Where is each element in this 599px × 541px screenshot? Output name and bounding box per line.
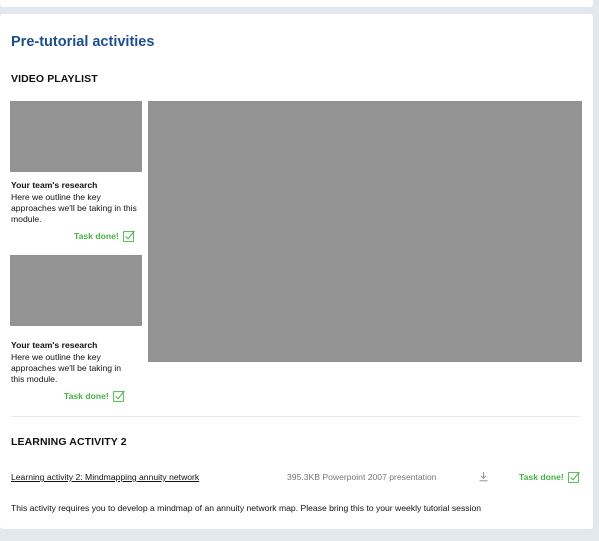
learning-activity-heading: LEARNING ACTIVITY 2 xyxy=(11,436,127,448)
checkbox-check-icon xyxy=(567,471,580,483)
section-divider xyxy=(11,416,580,417)
activity-description: This activity requires you to develop a … xyxy=(11,503,482,513)
checkbox-check-icon xyxy=(122,230,135,242)
video-title[interactable]: Your team's research xyxy=(11,180,97,190)
task-done-status: Task done! xyxy=(519,471,580,483)
task-done-label: Task done! xyxy=(74,231,119,241)
task-done-label: Task done! xyxy=(64,391,109,401)
download-icon[interactable] xyxy=(478,471,489,482)
activity-file-link[interactable]: Learning activity 2: Mindmapping annuity… xyxy=(11,472,199,482)
video-description: Here we outline the key approaches we'll… xyxy=(11,352,122,385)
task-done-label: Task done! xyxy=(519,472,564,482)
video-thumbnail[interactable] xyxy=(10,101,142,172)
pre-tutorial-card: Pre-tutorial activities VIDEO PLAYLIST Y… xyxy=(0,14,593,529)
video-title[interactable]: Your team's research xyxy=(11,340,97,350)
video-description: Here we outline the key approaches we'll… xyxy=(11,192,137,225)
video-playlist-heading: VIDEO PLAYLIST xyxy=(11,73,98,85)
task-done-status: Task done! xyxy=(64,390,125,402)
task-done-status: Task done! xyxy=(74,230,135,242)
previous-card xyxy=(0,0,593,7)
video-thumbnail[interactable] xyxy=(10,255,142,326)
checkbox-check-icon xyxy=(112,390,125,402)
main-video-player[interactable] xyxy=(148,101,582,362)
section-title: Pre-tutorial activities xyxy=(11,34,155,50)
file-meta: 395.3KB Powerpoint 2007 presentation xyxy=(287,472,437,482)
